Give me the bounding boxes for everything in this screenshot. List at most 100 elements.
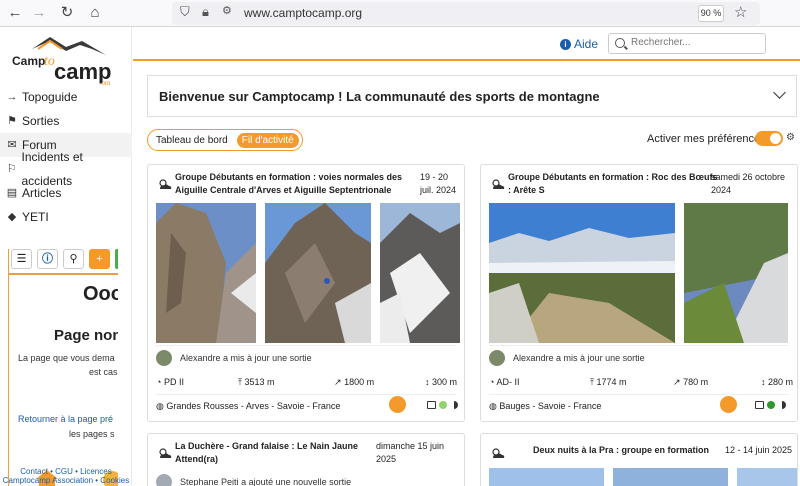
photo-thumbnail[interactable] [489, 468, 604, 486]
prefs-toggle[interactable] [755, 131, 783, 146]
photo-thumbnail[interactable] [737, 468, 797, 486]
sidebar-item-incidents[interactable]: ⚐ Incidents et accidents [0, 150, 132, 188]
outing-card[interactable]: Groupe Débutants en formation : Roc des … [480, 164, 798, 422]
weather-icon [492, 448, 505, 458]
preview-text: les pages s [69, 429, 115, 439]
sidebar: Camp to camp .org → Topoguide ⚑ Sorties ✉ F… [0, 27, 132, 486]
reload-icon[interactable]: ↻ [56, 3, 78, 23]
svg-text:Camp: Camp [12, 54, 45, 68]
footer-line-2[interactable]: Camptocamp Association • Cookies [0, 476, 132, 485]
green-button[interactable] [115, 249, 118, 269]
back-icon[interactable]: ← [4, 3, 26, 23]
card-title[interactable]: Groupe Débutants en formation : voies no… [175, 171, 402, 197]
menu-icon[interactable]: ☰ [11, 249, 32, 269]
search-icon[interactable]: ⚲ [63, 249, 84, 269]
forward-icon[interactable]: → [28, 3, 50, 23]
add-user-icon[interactable]: + [89, 249, 110, 269]
card-divider [156, 394, 456, 395]
preview-text: est cas [89, 367, 118, 377]
card-title[interactable]: Deux nuits à la Pra : groupe en formatio… [533, 444, 709, 457]
card-divider [489, 394, 789, 395]
conditions [427, 401, 458, 409]
url-text[interactable]: www.camptocamp.org [244, 6, 362, 20]
footer-line-1[interactable]: Contact • CGU • Licences [0, 467, 132, 476]
chevron-down-icon[interactable] [773, 86, 786, 99]
prefs-label: Activer mes préférences [647, 133, 766, 145]
card-divider [489, 345, 789, 346]
condition-dot [439, 401, 447, 409]
avatar[interactable] [156, 350, 172, 366]
image-icon [427, 401, 436, 409]
photo-thumbnail[interactable] [380, 203, 460, 343]
welcome-panel[interactable]: Bienvenue sur Camptocamp ! La communauté… [147, 75, 797, 117]
conditions [755, 401, 786, 409]
gauge-icon: ◔ [489, 377, 495, 387]
weather-icon [492, 179, 505, 189]
condition-dot [782, 401, 786, 409]
sidebar-item-sorties[interactable]: ⚑ Sorties [0, 109, 132, 133]
photo-thumbnail[interactable] [265, 203, 371, 343]
flag-outline-icon: ⚐ [6, 163, 17, 175]
weather-icon [159, 179, 172, 189]
avatar[interactable] [489, 350, 505, 366]
search-icon [615, 38, 625, 48]
outing-card[interactable]: La Duchère - Grand falaise : Le Nain Jau… [147, 433, 465, 486]
zoom-level[interactable]: 90 % [698, 5, 724, 22]
bookmark-star-icon[interactable]: ☆ [734, 3, 747, 21]
preview-link[interactable]: Retourner à la page pré [18, 414, 113, 424]
feed-tabs: Tableau de bord Fil d'activité [147, 129, 303, 151]
card-date: 12 - 14 juin 2025 [725, 445, 793, 455]
preview-text: La page que vous dema [18, 353, 115, 363]
info-icon: i [560, 38, 571, 50]
sidebar-item-topoguide[interactable]: → Topoguide [0, 85, 132, 109]
main-menu: → Topoguide ⚑ Sorties ✉ Forum ⚐ Incidents et… [0, 85, 132, 229]
gauge-icon: ◔ [156, 377, 162, 387]
card-author[interactable]: Stephane Peiti a ajouté une nouvelle sor… [156, 474, 351, 486]
sidebar-item-label: Topoguide [22, 90, 78, 104]
avatar[interactable] [156, 474, 172, 486]
card-stats: ◔ PD II ⤒ 3513 m ↗ 1800 m ↕ 300 m [156, 377, 457, 389]
sidebar-item-label: Sorties [22, 114, 60, 128]
sidebar-item-yeti[interactable]: ◆ YETI [0, 205, 132, 229]
preview-toolbar: ☰ ⓘ ⚲ + [9, 249, 118, 273]
photo-thumbnail[interactable] [156, 203, 256, 343]
gears-icon[interactable]: ⚙ [786, 132, 795, 143]
photo-thumbnail[interactable] [613, 468, 728, 486]
card-date: 19 - 20 juil. 2024 [420, 172, 457, 195]
card-title[interactable]: Groupe Débutants en formation : Roc des … [508, 171, 718, 197]
footer-links: Contact • CGU • Licences Camptocamp Asso… [0, 467, 132, 485]
card-divider [156, 345, 456, 346]
search-input[interactable] [631, 37, 761, 48]
card-date: dimanche 15 juin 2025 [376, 441, 445, 464]
card-author[interactable]: Alexandre a mis à jour une sortie [489, 350, 645, 366]
address-bar[interactable]: ⛉ 🔒︎ ⚙ www.camptocamp.org 90 % ☆ [172, 2, 760, 25]
home-icon[interactable]: ⌂ [84, 3, 106, 23]
tab-activity-feed[interactable]: Fil d'activité [236, 132, 299, 148]
globe-icon: ◍ [156, 401, 164, 411]
welcome-title: Bienvenue sur Camptocamp ! La communauté… [159, 89, 600, 104]
help-link[interactable]: i Aide [560, 37, 598, 51]
photo-thumbnail[interactable] [489, 203, 675, 343]
stat-height: ↕ 280 m [761, 377, 794, 387]
outing-card[interactable]: Groupe Débutants en formation : voies no… [147, 164, 465, 422]
info-icon[interactable]: ⓘ [37, 249, 58, 269]
camptocamp-logo[interactable]: Camp to camp .org [10, 35, 120, 85]
stat-height-diff: ↗ 1800 m [334, 377, 375, 387]
lock-icon[interactable]: 🔒︎ [202, 4, 209, 20]
top-header: i Aide [133, 27, 800, 61]
card-title[interactable]: La Duchère - Grand falaise : Le Nain Jau… [175, 440, 358, 466]
preview-error-big: Ooo [83, 283, 118, 305]
photo-thumbnail[interactable] [684, 203, 788, 343]
activity-climbing-icon [389, 396, 406, 413]
uphill-icon: ↗ [334, 377, 342, 387]
shield-icon[interactable]: ⛉ [180, 4, 190, 20]
permissions-icon[interactable]: ⚙ [222, 4, 232, 17]
diamond-icon: ◆ [7, 211, 17, 223]
tab-dashboard[interactable]: Tableau de bord [151, 133, 233, 148]
search-box[interactable] [608, 33, 766, 54]
activity-climbing-icon [720, 396, 737, 413]
stat-height-diff: ↗ 780 m [673, 377, 709, 387]
outing-card[interactable]: Deux nuits à la Pra : groupe en formatio… [480, 433, 798, 486]
card-author[interactable]: Alexandre a mis à jour une sortie [156, 350, 312, 366]
comments-icon: ✉ [7, 139, 17, 151]
